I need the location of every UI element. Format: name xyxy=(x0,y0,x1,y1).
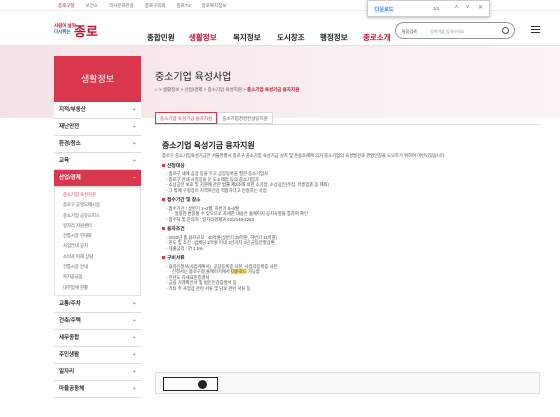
find-next-icon[interactable]: ˅ xyxy=(463,4,472,13)
sidebar-item[interactable]: 일자리 + xyxy=(54,363,141,381)
section-heading: 중소기업 육성기금 융자지원 xyxy=(162,141,255,150)
list-item: - 대출금리 : 연 1.5% xyxy=(166,245,203,251)
gnb-item[interactable]: 복지정보 xyxy=(233,32,261,43)
sidebar-item[interactable]: 마을공동체 + xyxy=(54,380,141,398)
logo-text: 종로 xyxy=(74,24,98,39)
submenu-item[interactable]: 중소기업 공유오피스 xyxy=(55,211,140,221)
attribution-icon xyxy=(198,380,207,389)
top-link[interactable]: 역사문화관광 xyxy=(109,3,134,9)
list-item: - 접수처 및 문의처 : 일자리경제과 02)2148-2263 xyxy=(166,216,254,222)
submenu-item[interactable]: 복지공급용 xyxy=(55,272,140,282)
breadcrumb: ⌂ > 생활정보 > 산업/경제 > 중소기업 육성지원 > 중소기업 육성기금… xyxy=(155,87,300,92)
list-item: - 그 밖에 구청장이 지역여건상 적합하다고 인정하는 사업 xyxy=(166,187,267,193)
submenu-item[interactable]: 전통시장 안내 xyxy=(55,262,140,272)
submenu-item[interactable]: 소비자 피해 상담 xyxy=(55,252,140,262)
breadcrumb-current: 중소기업 육성기금 융자지원 xyxy=(247,87,300,92)
top-link[interactable]: 종로구의회 xyxy=(145,3,166,9)
gnb-item[interactable]: 행정정보 xyxy=(320,32,348,43)
sidebar-item[interactable]: 재난안전 + xyxy=(54,119,141,136)
sidebar-item[interactable]: 교육 + xyxy=(54,153,141,170)
site-search[interactable]: 통합검색 검색어를 입력하세요 xyxy=(395,22,515,39)
find-in-page-bar: 다운로드 1/1 ˄ ˅ ✕ xyxy=(367,0,490,17)
side-nav: 지적/부동산 + 재난안전 + 환경/청소 + 교육 + 산업/경제 − 중소기업 육성지… xyxy=(54,102,141,398)
find-prev-icon[interactable]: ˄ xyxy=(452,4,461,13)
breadcrumb-item[interactable]: 생활정보 xyxy=(163,87,180,92)
find-match-count: 1/1 xyxy=(433,6,440,11)
search-scope-select[interactable]: 통합검색 xyxy=(402,29,417,35)
gnb-item[interactable]: 종로소개 xyxy=(363,32,391,43)
logo-slogan: 다시뛰는 xyxy=(54,29,71,34)
content-tabs: 중소기업 육성기금 융자지원 중소기업경영컨설팅지원 xyxy=(155,112,273,124)
content-body: 종로구 중소기업육성기금은 서울특별시 종로구 중소기업 육성기금 설치 및 운… xyxy=(162,153,494,291)
site-logo[interactable]: 사람이 살맛 다시뛰는 종로 xyxy=(54,21,114,43)
sidebar-item[interactable]: 지적/부동산 + xyxy=(54,102,141,119)
gnb-item-active[interactable]: 생활정보 xyxy=(189,32,217,43)
tab-loan-support[interactable]: 중소기업 육성기금 융자지원 xyxy=(155,112,218,124)
sub-heading: 신청대상 xyxy=(162,164,494,170)
sidebar-title: 생활정보 xyxy=(54,56,141,102)
find-query-input[interactable]: 다운로드 xyxy=(374,6,395,13)
submenu-item-active[interactable]: 중소기업 육성지원 xyxy=(55,190,140,200)
sub-heading: 융자조건 xyxy=(162,227,494,233)
submenu-item[interactable]: 사업안내 공지 xyxy=(55,241,140,251)
find-close-icon[interactable]: ✕ xyxy=(476,4,485,13)
sidebar-submenu: 중소기업 육성지원 종로구 공영도매시장 중소기업 공유오피스 일자리 지원센터… xyxy=(54,187,141,296)
submenu-item[interactable]: 일자리 지원센터 xyxy=(55,221,140,231)
gnb-item[interactable]: 종합민원 xyxy=(147,32,175,43)
tab-consulting[interactable]: 중소기업경영컨설팅지원 xyxy=(217,112,273,124)
kogl-license-logo xyxy=(163,377,218,391)
sidebar-item[interactable]: 교통/주차 + xyxy=(54,295,141,313)
breadcrumb-item[interactable]: 중소기업 육성지원 xyxy=(208,87,242,92)
intro-text: 종로구 중소기업육성기금은 서울특별시 종로구 중소기업 육성기금 설치 및 운… xyxy=(162,153,446,158)
gnb-item[interactable]: 도시창조 xyxy=(277,32,305,43)
sub-heading: 접수기간 및 장소 xyxy=(162,198,494,204)
search-icon[interactable] xyxy=(502,27,509,34)
sub-heading: 구비서류 xyxy=(162,256,494,262)
breadcrumb-item[interactable]: 산업/경제 xyxy=(185,87,203,92)
home-icon[interactable]: ⌂ xyxy=(155,87,158,92)
menu-icon[interactable] xyxy=(531,26,540,35)
license-box xyxy=(155,372,540,394)
logo-slogan: 사람이 살맛 xyxy=(54,23,76,28)
sidebar-item[interactable]: 환경/청소 + xyxy=(54,136,141,153)
sidebar-item[interactable]: 세무종합 + xyxy=(54,329,141,347)
top-link[interactable]: 보건소 xyxy=(86,3,98,9)
list-item: - 기타 주 사업장 관련 서류 및 담보 관련 서류 등 xyxy=(166,285,251,291)
top-link[interactable]: 종로구청 xyxy=(58,3,75,9)
search-input[interactable]: 검색어를 입력하세요 xyxy=(430,29,464,35)
find-highlight-download[interactable]: 다운로드 xyxy=(230,269,247,274)
sidebar-item-active[interactable]: 산업/경제 − xyxy=(54,170,141,187)
submenu-item[interactable]: 종로구 공영도매시장 xyxy=(55,200,140,210)
tab-divider xyxy=(155,124,540,125)
submenu-item[interactable]: 전통시장 현대화 xyxy=(55,231,140,241)
sidebar-item[interactable]: 주민생활 + xyxy=(54,346,141,364)
sidebar-item[interactable]: 건축/주택 + xyxy=(54,312,141,330)
top-link[interactable]: 종로TV xyxy=(177,3,191,9)
top-link[interactable]: 종로복지정보 xyxy=(202,3,227,9)
submenu-item[interactable]: 대부업체 현황 xyxy=(55,283,140,293)
page-title: 중소기업 육성사업 xyxy=(155,72,232,83)
